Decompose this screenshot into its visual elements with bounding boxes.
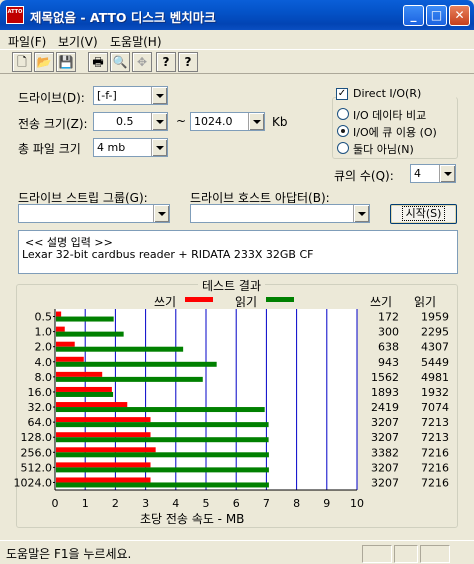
write-bar [56,356,84,362]
x-tick-label: 5 [203,497,210,510]
write-bar [56,326,65,332]
write-bar [56,386,112,392]
y-category-label: 0.5 [35,311,53,324]
read-bar [56,467,269,473]
y-category-label: 128.0 [21,431,53,444]
x-tick-label: 1 [82,497,89,510]
write-bar [56,447,156,453]
read-value-label: 7213 [421,416,449,429]
write-value-label: 3207 [371,431,399,444]
x-tick-label: 8 [293,497,300,510]
y-category-label: 1024.0 [14,476,53,489]
write-value-label: 2419 [371,401,399,414]
write-bar [56,477,151,483]
y-category-label: 32.0 [28,401,53,414]
status-pane-1 [362,545,392,563]
read-value-label: 7074 [421,401,449,414]
write-bar [56,417,151,423]
status-bar: 도움말은 F1을 누르세요. [0,540,474,564]
read-bar [56,482,269,488]
write-value-label: 172 [378,311,399,324]
read-value-label: 1959 [421,311,449,324]
read-bar [56,407,265,413]
read-value-label: 7216 [421,446,449,459]
write-value-label: 1562 [371,371,399,384]
y-category-label: 256.0 [21,446,53,459]
x-tick-label: 4 [172,497,179,510]
write-value-label: 3382 [371,446,399,459]
status-pane-2 [394,545,418,563]
status-pane-3 [420,545,450,563]
write-bar [56,371,103,377]
write-value-label: 300 [378,326,399,339]
x-tick-label: 0 [52,497,59,510]
write-bar [56,432,151,438]
x-tick-label: 9 [323,497,330,510]
write-bar [56,341,75,347]
read-bar [56,361,217,367]
write-value-label: 1893 [371,386,399,399]
read-bar [56,452,269,458]
x-tick-label: 6 [233,497,240,510]
read-value-label: 7216 [421,476,449,489]
write-value-label: 3207 [371,461,399,474]
y-category-label: 1.0 [35,326,53,339]
y-category-label: 16.0 [28,386,53,399]
x-tick-label: 10 [350,497,364,510]
read-value-label: 2295 [421,326,449,339]
y-category-label: 2.0 [35,341,53,354]
y-category-label: 8.0 [35,371,53,384]
status-text: 도움말은 F1을 누르세요. [6,547,132,561]
y-category-label: 64.0 [28,416,53,429]
y-category-label: 512.0 [21,461,53,474]
write-value-label: 943 [378,356,399,369]
write-bar [56,311,62,317]
write-bar [56,462,151,468]
x-tick-label: 2 [112,497,119,510]
x-tick-label: 3 [142,497,149,510]
read-bar [56,331,124,337]
write-value-label: 3207 [371,416,399,429]
benchmark-chart: 0 1 2 3 4 5 6 7 8 9 10 0.5 172 1959 1.0 300 2295 2.0 638 43… [14,309,449,510]
write-value-label: 638 [378,341,399,354]
read-value-label: 1932 [421,386,449,399]
read-value-label: 4307 [421,341,449,354]
write-value-label: 3207 [371,476,399,489]
y-category-label: 4.0 [35,356,53,369]
write-bar [56,402,128,408]
x-tick-label: 7 [263,497,270,510]
read-value-label: 7216 [421,461,449,474]
x-axis-label: 초당 전송 속도 - MB [140,512,245,526]
read-bar [56,422,269,428]
read-value-label: 7213 [421,431,449,444]
read-bar [56,391,114,397]
read-bar [56,437,269,443]
read-value-label: 4981 [421,371,449,384]
read-value-label: 5449 [421,356,449,369]
read-bar [56,316,114,322]
read-bar [56,376,203,382]
read-bar [56,346,184,352]
